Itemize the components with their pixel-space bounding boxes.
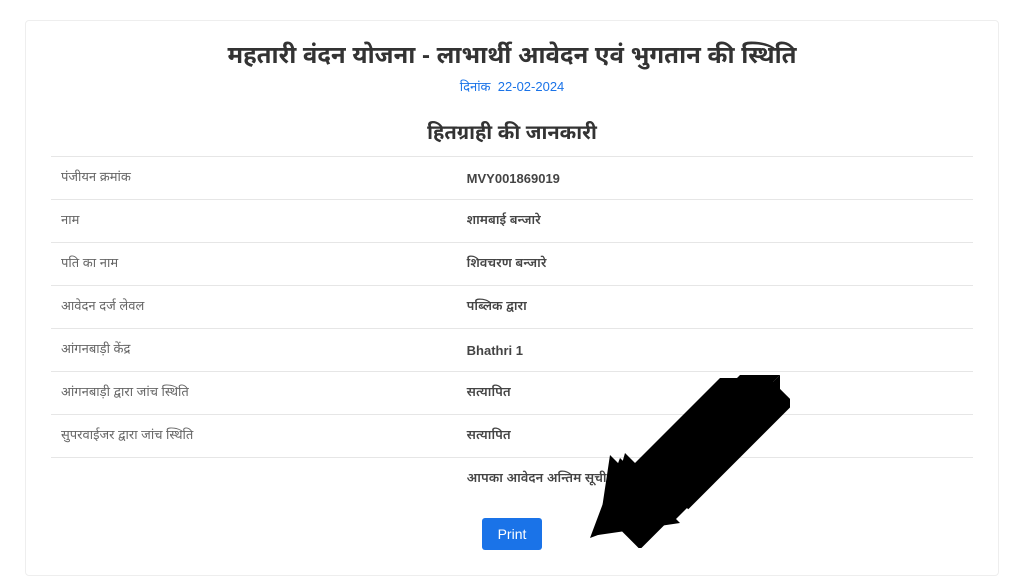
date-prefix: दिनांक (460, 79, 491, 94)
table-row: पति का नाम शिवचरण बन्जारे (51, 243, 973, 286)
cell-value-verified: सत्यापित (457, 415, 973, 458)
table-row: सुपरवाईजर द्वारा जांच स्थिति सत्यापित (51, 415, 973, 458)
cell-label: पंजीयन क्रमांक (51, 157, 457, 200)
print-button-wrap: Print (51, 518, 973, 550)
table-row: आपका आवेदन अन्तिम सूची में शामिल है (51, 458, 973, 501)
table-row: पंजीयन क्रमांक MVY001869019 (51, 157, 973, 200)
status-card: महतारी वंदन योजना - लाभार्थी आवेदन एवं भ… (25, 20, 999, 576)
page-title: महतारी वंदन योजना - लाभार्थी आवेदन एवं भ… (51, 41, 973, 73)
cell-value: पब्लिक द्वारा (457, 286, 973, 329)
cell-label: सुपरवाईजर द्वारा जांच स्थिति (51, 415, 457, 458)
print-button[interactable]: Print (482, 518, 543, 550)
table-row: आंगनबाड़ी केंद्र Bhathri 1 (51, 329, 973, 372)
cell-value-verified: सत्यापित (457, 372, 973, 415)
date-value: 22-02-2024 (498, 79, 565, 94)
cell-value: शामबाई बन्जारे (457, 200, 973, 243)
cell-label: आंगनबाड़ी द्वारा जांच स्थिति (51, 372, 457, 415)
cell-label (51, 458, 457, 501)
section-heading: हितग्राही की जानकारी (51, 122, 973, 148)
cell-final-status: आपका आवेदन अन्तिम सूची में शामिल है (457, 458, 973, 501)
cell-label: पति का नाम (51, 243, 457, 286)
cell-value: शिवचरण बन्जारे (457, 243, 973, 286)
date-line: दिनांक 22-02-2024 (51, 79, 973, 97)
cell-label: आवेदन दर्ज लेवल (51, 286, 457, 329)
cell-label: आंगनबाड़ी केंद्र (51, 329, 457, 372)
cell-label: नाम (51, 200, 457, 243)
cell-value: Bhathri 1 (457, 329, 973, 372)
beneficiary-info-table: पंजीयन क्रमांक MVY001869019 नाम शामबाई ब… (51, 156, 973, 500)
cell-value: MVY001869019 (457, 157, 973, 200)
table-row: नाम शामबाई बन्जारे (51, 200, 973, 243)
table-row: आंगनबाड़ी द्वारा जांच स्थिति सत्यापित (51, 372, 973, 415)
table-row: आवेदन दर्ज लेवल पब्लिक द्वारा (51, 286, 973, 329)
